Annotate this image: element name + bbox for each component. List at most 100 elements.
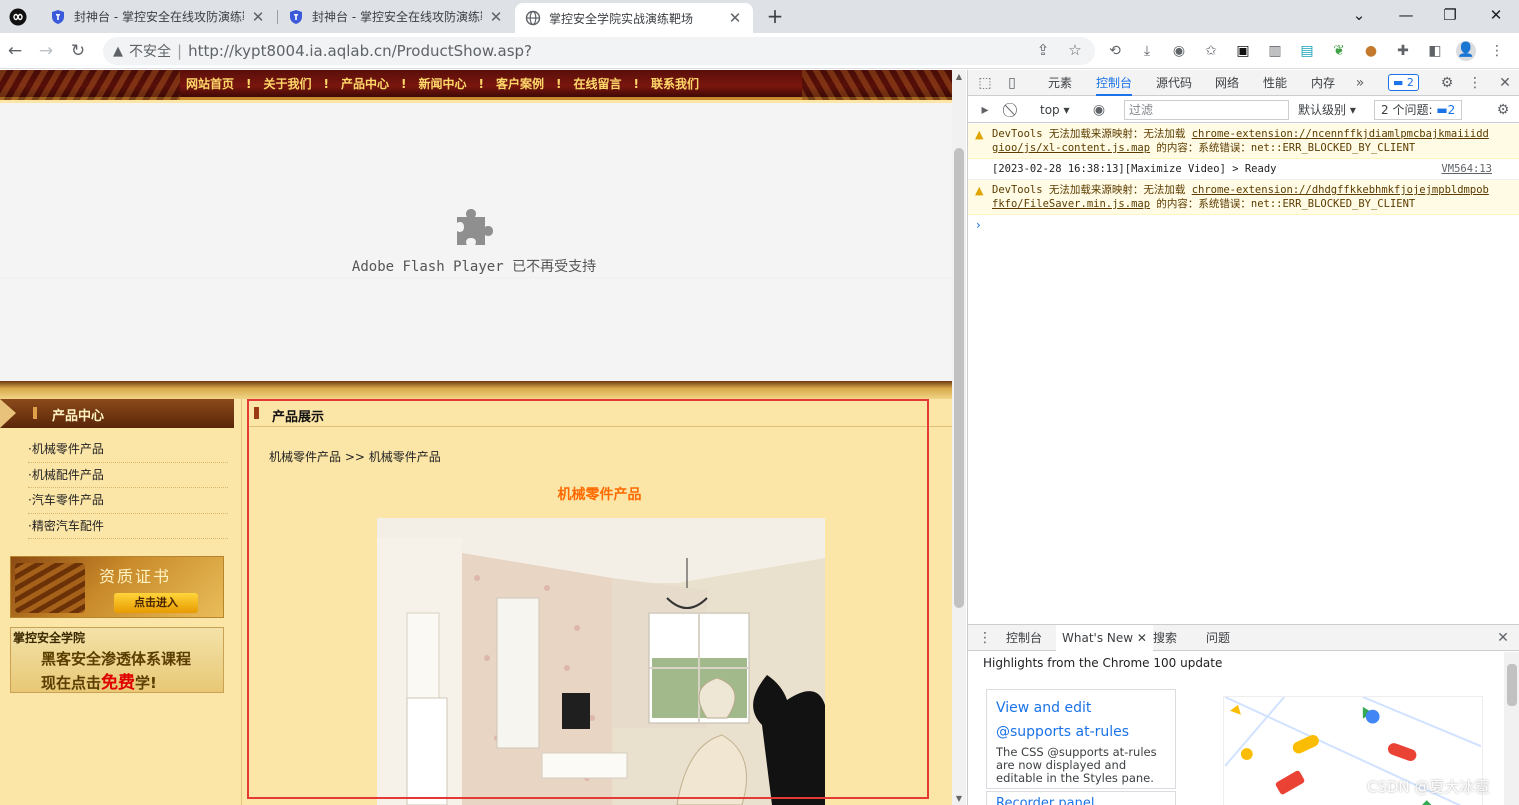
puzzle-extensions-icon[interactable]: ✚ (1394, 42, 1412, 60)
category-link[interactable]: ·汽车零件产品 (28, 488, 228, 514)
log-level-selector[interactable]: 默认级别 ▾ (1298, 101, 1356, 119)
tab-1[interactable]: 封神台 - 掌控安全在线攻防演练靶场 ✕ (40, 0, 276, 33)
maximize-button[interactable]: ❐ (1428, 0, 1472, 33)
warning-triangle-icon[interactable]: ▲ (113, 44, 123, 59)
address-bar[interactable]: ▲ 不安全 | http://kypt8004.ia.aqlab.cn/Prod… (103, 37, 1095, 65)
mask-extension-icon[interactable]: ▣ (1234, 42, 1252, 60)
feature-card-2-title[interactable]: Recorder panel (996, 796, 1094, 805)
nav-ornament-left (0, 70, 180, 100)
close-tab-icon[interactable]: ✕ (488, 9, 504, 25)
scroll-down-arrow-icon[interactable]: ▼ (952, 794, 966, 803)
log-source-link[interactable]: VM564:13 (1441, 162, 1492, 176)
page-scroll-thumb[interactable] (954, 148, 964, 608)
site-nav-link[interactable]: 联系我们 (651, 75, 699, 92)
show-sidebar-icon[interactable]: ▸ (976, 101, 994, 119)
console-settings-gear-icon[interactable]: ⚙ (1494, 101, 1512, 119)
devtools-tab-console[interactable]: 控制台 (1096, 70, 1133, 96)
sync-extension-icon[interactable]: ⟲ (1106, 42, 1124, 60)
category-link[interactable]: ·精密汽车配件 (28, 514, 228, 539)
device-toolbar-icon[interactable]: ▯ (1003, 74, 1021, 92)
category-link[interactable]: ·机械配件产品 (28, 463, 228, 488)
close-window-button[interactable]: ✕ (1474, 0, 1518, 33)
more-tabs-chevron-icon[interactable]: » (1351, 74, 1369, 92)
drawer-tab-console[interactable]: 控制台 (1006, 625, 1042, 651)
console-prompt-chevron-icon[interactable]: › (976, 218, 981, 232)
messages-badge-count: 2 (1406, 76, 1414, 89)
page-scrollbar[interactable]: ▲ ▼ (952, 70, 966, 805)
messages-badge[interactable]: ▬ 2 (1388, 74, 1419, 91)
close-drawer-tab-icon[interactable]: ✕ (1137, 631, 1147, 645)
drawer-scroll-thumb[interactable] (1507, 664, 1517, 706)
settings-gear-icon[interactable]: ⚙ (1438, 74, 1456, 92)
course-ad-banner[interactable]: 掌控安全学院 黑客安全渗透体系课程 现在点击免费学! (10, 627, 224, 693)
live-expression-eye-icon[interactable]: ◉ (1090, 101, 1108, 119)
category-link[interactable]: ·机械零件产品 (28, 437, 228, 463)
inspect-element-icon[interactable]: ⬚ (976, 74, 994, 92)
forward-button[interactable]: → (33, 38, 59, 64)
issues-count-icon: ▬ (1436, 103, 1448, 117)
cookie-extension-icon[interactable]: ● (1362, 42, 1380, 60)
devtools-tab-memory[interactable]: 内存 (1311, 70, 1335, 96)
back-button[interactable]: ← (2, 38, 28, 64)
address-divider: | (177, 42, 183, 60)
site-nav-link[interactable]: 在线留言 (574, 75, 622, 92)
drawer-tab-whats-new[interactable]: What's New ✕ (1056, 625, 1153, 651)
circle-extension-icon[interactable]: ◉ (1170, 42, 1188, 60)
feature-card-title[interactable]: View and edit @supports at-rules (996, 696, 1166, 744)
star-extension-icon[interactable]: ✩ (1202, 42, 1220, 60)
apple-extension-icon[interactable]: ❦ (1330, 42, 1348, 60)
enter-button[interactable]: 点击进入 (114, 593, 198, 613)
devtools-main-tabs: ⬚ ▯ 元素 控制台 源代码 网络 性能 内存 » ▬ 2 ⚙ ⋮ ✕ (968, 70, 1519, 96)
site-nav-link[interactable]: 关于我们 (264, 75, 312, 92)
warning-text: DevTools 无法加载来源映射：无法加载 (992, 184, 1192, 196)
scroll-up-arrow-icon[interactable]: ▲ (952, 72, 966, 81)
side-panel-icon[interactable]: ◧ (1426, 42, 1444, 60)
devtools-tab-performance[interactable]: 性能 (1263, 70, 1287, 96)
console-messages: ▲ DevTools 无法加载来源映射：无法加载 chrome-extension… (968, 124, 1519, 215)
bookmark-star-icon[interactable]: ☆ (1066, 41, 1084, 59)
save-extension-icon[interactable]: ▤ (1298, 42, 1316, 60)
tab-3-active[interactable]: 掌控安全学院实战演练靶场 ✕ (515, 3, 753, 33)
site-nav-link[interactable]: 产品中心 (341, 75, 389, 92)
tab-2[interactable]: 封神台 - 掌控安全在线攻防演练靶场 ✕ (278, 0, 514, 33)
drawer-tab-issues[interactable]: 问题 (1206, 625, 1230, 651)
drawer-tab-search[interactable]: 搜索 (1153, 625, 1177, 651)
drawer-scrollbar[interactable] (1504, 652, 1519, 805)
close-tab-icon[interactable]: ✕ (250, 9, 266, 25)
devtools-tab-network[interactable]: 网络 (1215, 70, 1239, 96)
kebab-menu-icon[interactable]: ⋮ (1488, 42, 1506, 60)
drawer-tab-whats-new-label: What's New (1062, 631, 1134, 645)
devtools-tab-sources[interactable]: 源代码 (1156, 70, 1192, 96)
new-tab-button[interactable]: + (762, 4, 788, 30)
download-icon[interactable]: ⤓ (1138, 42, 1156, 60)
site-nav-link[interactable]: 新闻中心 (419, 75, 467, 92)
clear-console-icon[interactable]: ⃠ (1004, 101, 1022, 119)
main-header-bar-shape (254, 407, 259, 419)
issues-button[interactable]: 2 个问题: ▬2 (1374, 100, 1463, 120)
tab-search-chevron-icon[interactable]: ⌄ (1337, 0, 1381, 33)
minimize-button[interactable]: — (1384, 0, 1428, 33)
certificate-banner[interactable]: 资质证书 点击进入 (10, 556, 224, 618)
tab-search-icon[interactable] (0, 0, 36, 33)
close-drawer-icon[interactable]: ✕ (1494, 629, 1512, 647)
devtools-menu-icon[interactable]: ⋮ (1466, 74, 1484, 92)
share-icon[interactable]: ⇪ (1034, 41, 1052, 59)
site-nav-link[interactable]: 客户案例 (496, 75, 544, 92)
console-filter-input[interactable]: 过滤 (1124, 100, 1289, 120)
v-extension-icon[interactable]: ▥ (1266, 42, 1284, 60)
reload-button[interactable]: ↻ (65, 38, 91, 64)
profile-avatar-icon[interactable]: 👤 (1456, 41, 1476, 61)
console-toolbar: ▸ ⃠ top ▾ ◉ 过滤 默认级别 ▾ 2 个问题: ▬2 ⚙ (968, 97, 1519, 123)
console-log: [2023-02-28 16:38:13][Maximize Video] > … (968, 159, 1519, 180)
feature-card-2[interactable]: Recorder panel (986, 791, 1176, 805)
site-nav-link[interactable]: 网站首页 (186, 75, 234, 92)
url-text[interactable]: http://kypt8004.ia.aqlab.cn/ProductShow.… (188, 42, 532, 60)
context-selector[interactable]: top ▾ (1040, 101, 1070, 119)
decorative-band (0, 381, 952, 399)
feature-card[interactable]: View and edit @supports at-rules The CSS… (986, 689, 1176, 789)
close-tab-icon[interactable]: ✕ (727, 10, 743, 26)
close-devtools-icon[interactable]: ✕ (1496, 74, 1514, 92)
drawer-menu-icon[interactable]: ⋮ (976, 629, 994, 647)
devtools-tab-elements[interactable]: 元素 (1048, 70, 1072, 96)
security-label[interactable]: 不安全 (129, 41, 171, 61)
